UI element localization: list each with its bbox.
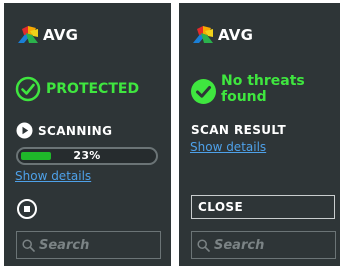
scan-progress-bar: 23% bbox=[16, 147, 158, 165]
check-circle-outline-icon bbox=[15, 76, 41, 102]
scan-result-panel: AVG No threats found SCAN RESULT Show de… bbox=[179, 3, 340, 266]
play-circle-icon bbox=[16, 122, 33, 139]
show-details-link[interactable]: Show details bbox=[190, 140, 266, 154]
scanning-panel: AVG PROTECTED SCANNING 23% Show details … bbox=[4, 3, 171, 266]
protection-status: PROTECTED bbox=[15, 76, 139, 102]
status-text-line2: found bbox=[221, 89, 267, 105]
progress-text: 23% bbox=[73, 149, 101, 162]
status-text-block: No threats found bbox=[221, 73, 305, 105]
avg-logo: AVG bbox=[16, 23, 78, 47]
threat-status: No threats found bbox=[190, 73, 305, 105]
scan-result-label: SCAN RESULT bbox=[191, 123, 287, 137]
avg-logo-icon bbox=[18, 26, 38, 43]
magnifier-icon bbox=[197, 238, 210, 252]
status-text: PROTECTED bbox=[46, 81, 140, 97]
check-circle-filled-icon bbox=[191, 79, 216, 104]
search-input[interactable]: Search bbox=[191, 231, 336, 259]
magnifier-icon bbox=[22, 238, 35, 252]
logo-text: AVG bbox=[43, 26, 79, 44]
search-placeholder: Search bbox=[39, 237, 90, 253]
scanning-row: SCANNING bbox=[16, 122, 112, 139]
avg-logo-icon bbox=[193, 26, 213, 43]
search-placeholder: Search bbox=[214, 237, 265, 253]
search-input[interactable]: Search bbox=[16, 231, 161, 259]
scanning-label: SCANNING bbox=[38, 123, 113, 138]
show-details-link[interactable]: Show details bbox=[15, 169, 91, 183]
logo-text: AVG bbox=[218, 26, 254, 44]
status-text-line1: No threats bbox=[221, 73, 305, 89]
stop-scan-button[interactable] bbox=[17, 199, 37, 219]
stop-circle-icon bbox=[24, 206, 30, 212]
close-button[interactable]: CLOSE bbox=[191, 195, 335, 219]
avg-logo: AVG bbox=[191, 23, 253, 47]
